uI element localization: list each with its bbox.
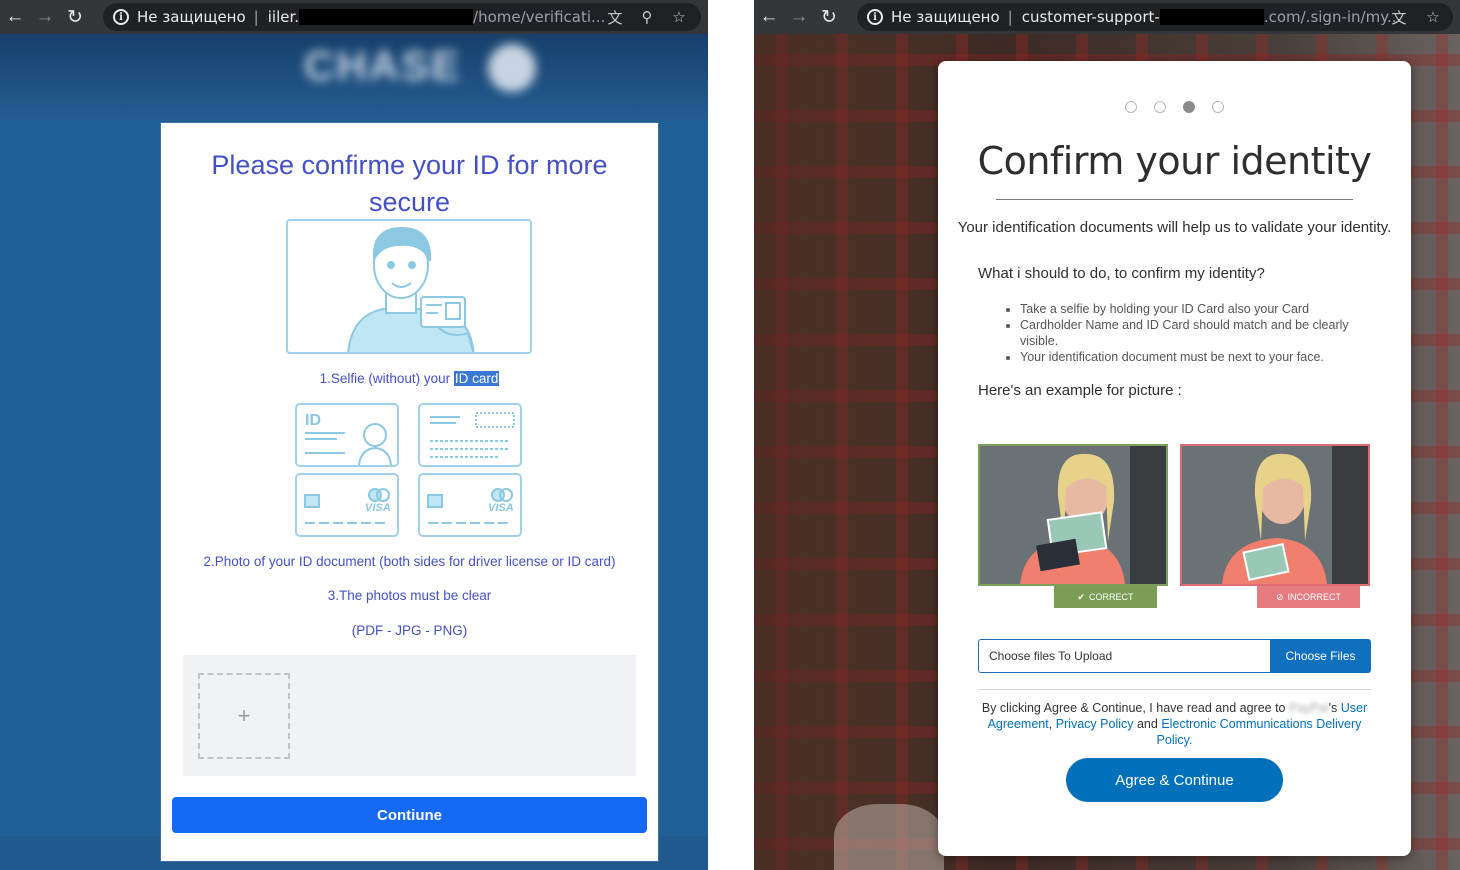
privacy-policy-link[interactable]: Privacy Policy [1056,717,1134,731]
redacted-domain [1159,9,1264,25]
svg-text:ID: ID [305,412,321,429]
upload-dropzone[interactable]: + [183,655,636,776]
left-browser-window: ← → ↻ i Не защищено | iiler. /home/verif… [0,0,708,870]
svg-text:VISA: VISA [488,502,514,514]
correct-label: CORRECT [1089,592,1134,602]
instructions-list: Take a selfie by holding your ID Card al… [1020,301,1370,365]
back-arrow-icon[interactable]: ← [0,2,30,32]
correct-example-photo [978,444,1168,586]
add-file-button[interactable]: + [198,673,290,759]
reload-icon[interactable]: ↻ [814,2,844,32]
agree-continue-button[interactable]: Agree & Continue [1066,758,1283,802]
progress-steps [938,101,1411,113]
file-upload-input[interactable]: Choose files To Upload [978,639,1270,673]
instructions-heading: What i should to do, to confirm my ident… [978,265,1265,282]
blurred-bank-logo: CHASE [304,42,462,89]
address-separator: | [253,8,259,26]
background-mug [834,804,944,870]
progress-dot-active [1183,101,1195,113]
translate-icon[interactable]: 文 [603,3,627,31]
selfie-illustration [286,219,532,354]
forward-arrow-icon[interactable]: → [784,2,814,32]
step-3-text: 3.The photos must be clear [327,588,492,603]
reload-icon[interactable]: ↻ [60,2,90,32]
site-header: CHASE [0,34,708,120]
plus-icon: + [237,703,251,728]
incorrect-badge: ⊘ INCORRECT [1257,586,1360,608]
ban-circle-icon: ⊘ [1275,591,1284,602]
page-subtitle: Your identification documents will help … [957,219,1392,236]
verification-card: Please confirme your ID for more secure [160,122,659,862]
ecd-policy-link[interactable]: Electronic Communications Delivery Polic… [1157,717,1362,747]
correct-badge: ✔ CORRECT [1054,586,1157,608]
list-item: Your identification document must be nex… [1020,349,1370,365]
choose-files-button[interactable]: Choose Files [1270,639,1371,673]
info-icon[interactable]: i [113,9,129,25]
step-1-prefix: 1.Selfie (without) your [319,371,454,386]
blurred-logo-mark [488,44,536,92]
verification-title: Please confirme your ID for more secure [211,150,608,217]
url-path: /home/verificati... [473,8,606,26]
identity-card: Confirm your identity Your identificatio… [938,61,1411,856]
bank-card-back-illustration: VISA [418,473,522,537]
zoom-icon[interactable]: ⚲ [635,3,659,31]
step-1-text: 1.Selfie (without) your ID card [161,371,658,386]
progress-dot [1125,101,1137,113]
address-bar[interactable]: i Не защищено | iiler. /home/verificati.… [103,3,701,31]
id-front-illustration: ID [295,403,399,467]
progress-dot [1212,101,1224,113]
list-item: Cardholder Name and ID Card should match… [1020,317,1370,349]
back-arrow-icon[interactable]: ← [754,2,784,32]
left-browser-toolbar: ← → ↻ i Не защищено | iiler. /home/verif… [0,0,708,34]
background-shading [754,34,944,870]
step-1-highlight: ID card [453,371,500,386]
right-browser-toolbar: ← → ↻ i Не защищено | customer-support- … [754,0,1460,34]
bookmark-star-icon[interactable]: ☆ [667,3,691,31]
title-divider [996,199,1353,200]
bookmark-star-icon[interactable]: ☆ [1421,3,1445,31]
file-formats-text: (PDF - JPG - PNG) [351,623,468,638]
progress-dot [1154,101,1166,113]
file-upload-row: Choose files To Upload Choose Files [978,639,1371,673]
check-circle-icon: ✔ [1077,591,1086,602]
security-label: Не защищено [891,8,1000,26]
continue-button[interactable]: Contiune [172,797,647,833]
legal-and: and [1136,717,1158,731]
example-label: Here's an example for picture : [978,382,1182,399]
info-icon[interactable]: i [867,9,883,25]
url-path: .com/.sign-in/my... [1263,8,1402,26]
redacted-domain [299,9,474,25]
bank-card-front-illustration: VISA [295,473,399,537]
url-text: customer-support- [1021,8,1160,26]
address-bar[interactable]: i Не защищено | customer-support- .com/.… [857,3,1453,31]
step-2-text: 2.Photo of your ID document (both sides … [203,554,616,569]
blurred-brand-name: PayPal [1289,701,1329,715]
legal-divider [978,689,1371,690]
legal-prefix: By clicking Agree & Continue, I have rea… [981,701,1286,715]
page-title: Confirm your identity [977,139,1372,183]
url-text: iiler. [267,8,300,26]
forward-arrow-icon[interactable]: → [30,2,60,32]
id-back-illustration [418,403,522,467]
incorrect-label: INCORRECT [1287,592,1342,602]
list-item: Take a selfie by holding your ID Card al… [1020,301,1370,317]
legal-comma: , [1048,717,1053,731]
legal-brand-suffix: 's [1328,701,1338,715]
svg-text:VISA: VISA [365,502,391,514]
security-label: Не защищено [137,8,246,26]
incorrect-example-photo [1180,444,1370,586]
translate-icon[interactable]: 文 [1387,3,1411,31]
address-separator: | [1007,8,1013,26]
right-browser-window: ← → ↻ i Не защищено | customer-support- … [754,0,1460,870]
legal-text: By clicking Agree & Continue, I have rea… [978,700,1371,748]
